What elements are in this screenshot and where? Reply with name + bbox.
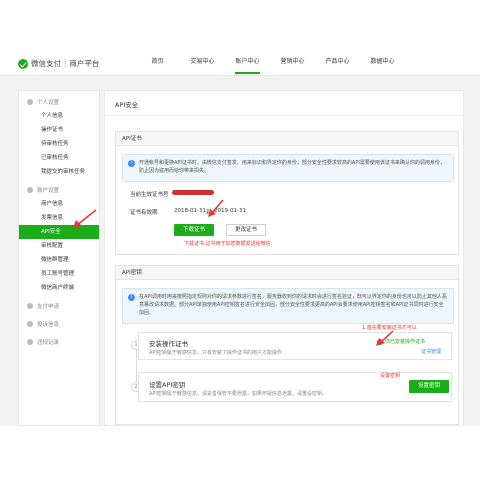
page-title: API安全 xyxy=(115,101,139,109)
cert-validity-label: 证书有效期 xyxy=(130,210,158,216)
sidebar-item-staff-accounts[interactable]: 员工账号管理 xyxy=(19,267,99,281)
annotation-arrow-sidebar xyxy=(73,209,97,228)
chat-icon xyxy=(27,321,33,327)
step-title: 设置API密钥 xyxy=(149,381,186,389)
sidebar-item-reviewed-tasks[interactable]: 已审核任务 xyxy=(19,151,99,165)
notice-text: 在API调用时用来按照指定规则对你的请求参数进行签名，服务器收到你的请求时会进行… xyxy=(139,294,447,316)
annotation-arrow-install xyxy=(376,330,394,346)
step-description: API密钥属于敏感信息，请妥善保管不要泄露，如果怀疑信息泄露，请重设密钥。 xyxy=(149,391,327,397)
nav-marketing-center[interactable]: 营销中心 xyxy=(270,50,315,74)
cert-notice: i 开通帐号和更换API证书时，由微信支付签发、用来标识和界定你的身份；部分安全… xyxy=(122,154,454,182)
sidebar-group-violations[interactable]: 违规记录 xyxy=(19,335,99,349)
main-panel: API安全 API证书 i 开通帐号和更换API证书时，由微信支付签发、用来标识… xyxy=(104,90,464,426)
brand-logo[interactable]: 微信支付 | 商户平台 xyxy=(18,58,99,69)
step-set-key: 设置API密钥 API密钥属于敏感信息，请妥善保管不要泄露，如果怀疑信息泄露，请… xyxy=(138,372,452,402)
title-divider xyxy=(105,115,463,116)
sidebar-item-operation-cert[interactable]: 操作证书 xyxy=(19,123,99,137)
sidebar-item-pending-tasks[interactable]: 待审核任务 xyxy=(19,137,99,151)
set-key-button[interactable]: 设置密钥 xyxy=(409,380,449,393)
step-title: 安装操作证书 xyxy=(149,340,188,348)
redacted-serial xyxy=(172,190,214,195)
main-nav: 首页 交易中心 账户中心 营销中心 产品中心 数据中心 xyxy=(135,50,405,74)
person-icon xyxy=(27,99,33,105)
notice-text: 开通帐号和更换API证书时，由微信支付签发、用来标识和界定你的身份；部分安全性要… xyxy=(139,160,445,174)
nav-account-center[interactable]: 账户中心 xyxy=(225,50,270,74)
brand-name: 微信支付 xyxy=(31,59,61,68)
api-cert-card: API证书 i 开通帐号和更换API证书时，由微信支付签发、用来标识和界定你的身… xyxy=(115,131,459,255)
sidebar-group-label: 个人设置 xyxy=(37,100,60,106)
sidebar-item-wechat-group[interactable]: 微信群管理 xyxy=(19,253,99,267)
card-heading: API密钥 xyxy=(116,266,458,280)
info-icon: i xyxy=(128,160,135,167)
step-description: API密钥属于敏感信息，只有安装了操作证书的用户才能操作 xyxy=(149,350,282,356)
sidebar-item-merchant-terminal[interactable]: 微信商户终端 xyxy=(19,281,99,295)
brand-separator: | xyxy=(64,59,67,68)
wechat-pay-icon xyxy=(18,58,28,69)
api-key-card: API密钥 i 在API调用时用来按照指定规则对你的请求参数进行签名，服务器收到… xyxy=(115,265,459,425)
download-cert-button[interactable]: 下载证书 xyxy=(174,224,214,236)
top-navigation-bar: 微信支付 | 商户平台 首页 交易中心 账户中心 营销中心 产品中心 数据中心 xyxy=(0,50,480,76)
nav-data-center[interactable]: 数据中心 xyxy=(360,50,405,74)
sidebar-group-payment-apply[interactable]: 支付申请 xyxy=(19,299,99,313)
sidebar-item-my-submitted-tasks[interactable]: 我提交的审核任务 xyxy=(19,165,99,179)
sidebar-group-label: 违规记录 xyxy=(37,340,60,346)
step-connector xyxy=(136,346,137,382)
nav-home[interactable]: 首页 xyxy=(135,50,180,74)
nav-trade-center[interactable]: 交易中心 xyxy=(180,50,225,74)
step-install-cert: 安装操作证书 API密钥属于敏感信息，只有安装了操作证书的用户才能操作 你已安装… xyxy=(138,332,452,360)
cart-icon xyxy=(27,303,33,309)
gear-icon xyxy=(27,187,33,193)
sidebar-group-personal[interactable]: 个人设置 xyxy=(19,95,99,109)
annotation-download-note: 下载证书,证书用于加密数据发送给微信 xyxy=(184,241,271,247)
card-heading: API证书 xyxy=(116,132,458,146)
annotation-arrow-download xyxy=(208,199,224,217)
warning-icon xyxy=(27,339,33,345)
sidebar-group-account[interactable]: 账户设置 xyxy=(19,183,99,197)
sidebar-group-label: 支付申请 xyxy=(37,304,60,310)
cert-validity-from: 2018-01-31 xyxy=(174,208,206,214)
sidebar-group-label: 账户设置 xyxy=(37,188,60,194)
info-icon: i xyxy=(128,294,135,301)
sidebar: 个人设置 个人信息 操作证书 待审核任务 已审核任务 我提交的审核任务 账户设置… xyxy=(18,90,100,426)
sidebar-item-personal-info[interactable]: 个人信息 xyxy=(19,109,99,123)
cert-manage-link[interactable]: 证书管理 xyxy=(421,348,441,355)
cert-serial-label: 当前生效证书号 xyxy=(130,192,169,198)
sidebar-item-review-config[interactable]: 审核配置 xyxy=(19,239,99,253)
sidebar-group-complaints[interactable]: 投诉信息 xyxy=(19,317,99,331)
annotation-set-key-note: 设置密钥 xyxy=(380,373,401,379)
change-cert-button[interactable]: 更改证书 xyxy=(226,224,266,236)
brand-subtitle: 商户平台 xyxy=(69,59,100,68)
nav-product-center[interactable]: 产品中心 xyxy=(315,50,360,74)
sidebar-group-label: 投诉信息 xyxy=(37,322,60,328)
key-notice: i 在API调用时用来按照指定规则对你的请求参数进行签名，服务器收到你的请求时会… xyxy=(122,288,454,324)
